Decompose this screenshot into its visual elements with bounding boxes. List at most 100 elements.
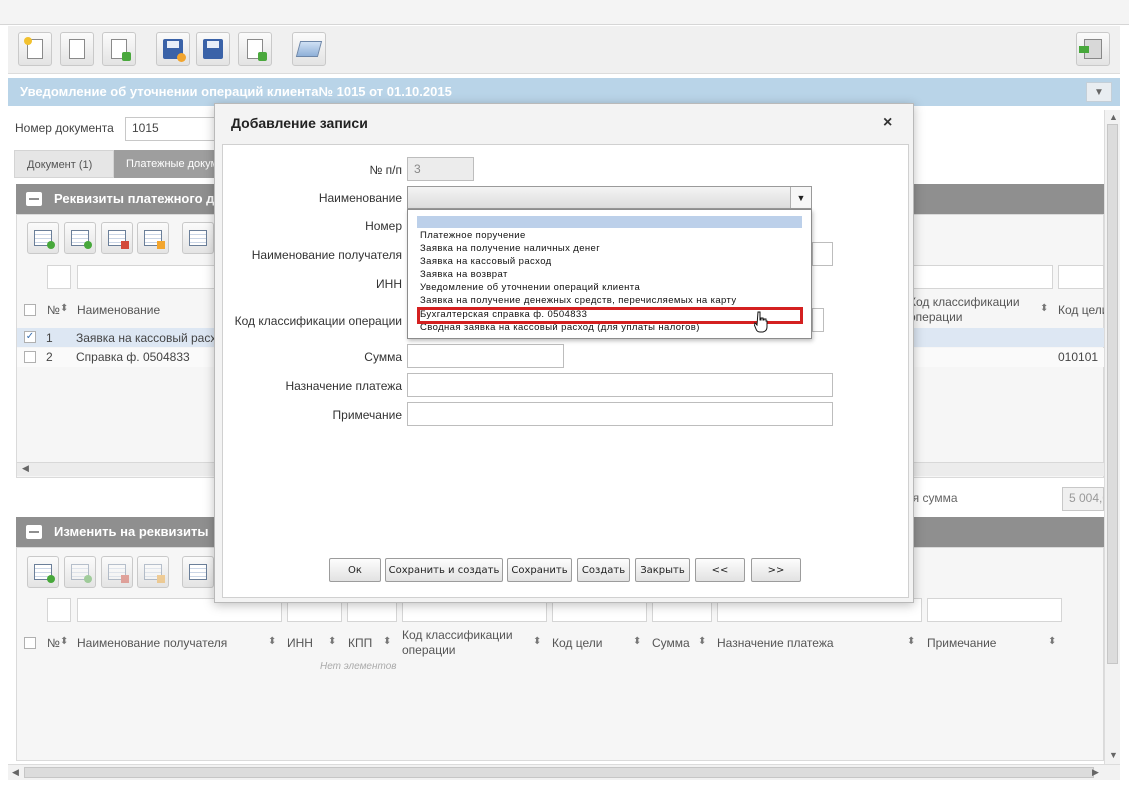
sort-icon[interactable]: ⬍ <box>633 636 641 647</box>
collapse-icon[interactable] <box>26 192 42 206</box>
col-header-purpose[interactable]: Назначение платежа <box>717 636 834 651</box>
sort-icon[interactable]: ⬍ <box>698 636 706 647</box>
copy-row-icon <box>71 564 92 583</box>
scroll-thumb[interactable] <box>24 767 1094 778</box>
col-header-name[interactable]: Наименование <box>77 303 160 318</box>
scroll-thumb[interactable] <box>1107 124 1118 664</box>
tab-document[interactable]: Документ (1) <box>14 150 114 178</box>
exit-icon <box>1079 39 1102 59</box>
sum-field[interactable] <box>407 344 564 368</box>
col-header-num[interactable]: № <box>47 636 60 651</box>
new-doc-button[interactable] <box>18 32 52 66</box>
save-button[interactable] <box>156 32 190 66</box>
print-button[interactable] <box>292 32 326 66</box>
select-all-checkbox[interactable] <box>24 304 36 316</box>
dropdown-option[interactable]: Платежное поручение <box>420 230 526 241</box>
select-all-checkbox[interactable] <box>24 637 36 649</box>
scroll-left-icon[interactable]: ◀ <box>12 767 19 778</box>
main-vscroll[interactable]: ▲ ▼ <box>1104 110 1120 764</box>
name-select[interactable]: ▼ <box>407 186 812 209</box>
copy-row-button[interactable] <box>64 556 96 588</box>
window-top-strip <box>0 0 1129 25</box>
sort-icon[interactable]: ⬍ <box>268 636 276 647</box>
create-button[interactable]: Создать <box>577 558 630 582</box>
main-toolbar <box>8 26 1120 74</box>
doc-number-label: Номер документа <box>15 121 114 135</box>
main-hscroll[interactable]: ◀ ▶ <box>8 764 1120 780</box>
filter-name[interactable] <box>77 265 217 289</box>
code-field[interactable] <box>812 308 824 332</box>
dropdown-option[interactable]: Уведомление об уточнении операций клиент… <box>420 282 640 293</box>
copy-row-button[interactable] <box>64 222 96 254</box>
dropdown-option[interactable]: Заявка на кассовый расход <box>420 256 552 267</box>
copy-doc-button[interactable] <box>60 32 94 66</box>
validate-doc-button[interactable] <box>238 32 272 66</box>
doc-number-field[interactable]: 1015 <box>125 117 220 141</box>
sort-icon[interactable]: ⬍ <box>1048 636 1056 647</box>
prev-button[interactable]: << <box>695 558 745 582</box>
row-checkbox[interactable]: ✓ <box>24 331 36 343</box>
dropdown-option[interactable]: Заявка на получение денежных средств, пе… <box>420 295 737 306</box>
scroll-left-icon[interactable]: ◀ <box>22 463 29 474</box>
sort-icon[interactable]: ⬍ <box>1040 303 1048 314</box>
col-header-num[interactable]: № <box>47 303 60 318</box>
settings-icon <box>189 564 207 580</box>
add-row-button[interactable] <box>27 556 59 588</box>
purpose-field[interactable] <box>407 373 833 397</box>
col-header-kpp[interactable]: КПП <box>348 636 372 651</box>
add-doc-button[interactable] <box>102 32 136 66</box>
title-menu-button[interactable]: ▼ <box>1086 82 1112 102</box>
tab-payment-docs[interactable]: Платежные документы <box>114 150 214 178</box>
filter-code-class[interactable] <box>905 265 1053 289</box>
col-header-inn[interactable]: ИНН <box>287 636 313 651</box>
dropdown-empty-option[interactable] <box>417 216 802 228</box>
sort-icon[interactable]: ⬍ <box>60 636 68 647</box>
settings-button[interactable] <box>182 556 214 588</box>
col-header-code-class[interactable]: Код классификации операции <box>909 295 1034 325</box>
save-dialog-button[interactable]: Сохранить <box>507 558 572 582</box>
new-doc-icon <box>24 37 43 59</box>
col-header-note[interactable]: Примечание <box>927 636 996 651</box>
sort-icon[interactable]: ⬍ <box>907 636 915 647</box>
ok-button[interactable]: Ок <box>329 558 381 582</box>
settings-icon <box>189 230 207 246</box>
sort-icon[interactable]: ⬍ <box>383 636 391 647</box>
next-button[interactable]: >> <box>751 558 801 582</box>
scroll-down-icon[interactable]: ▼ <box>1109 750 1118 760</box>
filter-num[interactable] <box>47 598 71 622</box>
save-close-button[interactable] <box>196 32 230 66</box>
close-icon[interactable]: × <box>883 114 892 132</box>
note-field[interactable] <box>407 402 833 426</box>
delete-row-button[interactable] <box>101 556 133 588</box>
sort-icon[interactable]: ⬍ <box>60 303 68 314</box>
chevron-down-icon: ▼ <box>1094 86 1104 98</box>
row-num: 2 <box>46 350 53 364</box>
edit-row-button[interactable] <box>137 222 169 254</box>
collapse-icon[interactable] <box>26 525 42 539</box>
col-header-code-goal[interactable]: Код цели <box>1058 303 1108 318</box>
add-row-button[interactable] <box>27 222 59 254</box>
scroll-right-icon[interactable]: ▶ <box>1092 767 1099 778</box>
scroll-up-icon[interactable]: ▲ <box>1109 112 1118 122</box>
edit-row-button[interactable] <box>137 556 169 588</box>
col-header-code-goal[interactable]: Код цели <box>552 636 602 651</box>
close-button[interactable]: Закрыть <box>635 558 690 582</box>
dropdown-option[interactable]: Заявка на возврат <box>420 269 508 280</box>
col-header-code-class[interactable]: Код классификации операции <box>402 628 527 658</box>
filter-note[interactable] <box>927 598 1062 622</box>
filter-num[interactable] <box>47 265 71 289</box>
dropdown-option[interactable]: Заявка на получение наличных денег <box>420 243 600 254</box>
col-header-sum[interactable]: Сумма <box>652 636 690 651</box>
col-header-recipient[interactable]: Наименование получателя <box>77 636 227 651</box>
delete-row-button[interactable] <box>101 222 133 254</box>
row-checkbox[interactable] <box>24 351 36 363</box>
sort-icon[interactable]: ⬍ <box>533 636 541 647</box>
filter-code-goal[interactable] <box>1058 265 1104 289</box>
save-and-create-button[interactable]: Сохранить и создать <box>385 558 503 582</box>
settings-button[interactable] <box>182 222 214 254</box>
chevron-down-icon[interactable]: ▼ <box>790 187 811 208</box>
recipient-field[interactable] <box>812 242 833 266</box>
sort-icon[interactable]: ⬍ <box>328 636 336 647</box>
exit-button[interactable] <box>1076 32 1110 66</box>
dialog-title: Добавление записи <box>231 115 368 131</box>
